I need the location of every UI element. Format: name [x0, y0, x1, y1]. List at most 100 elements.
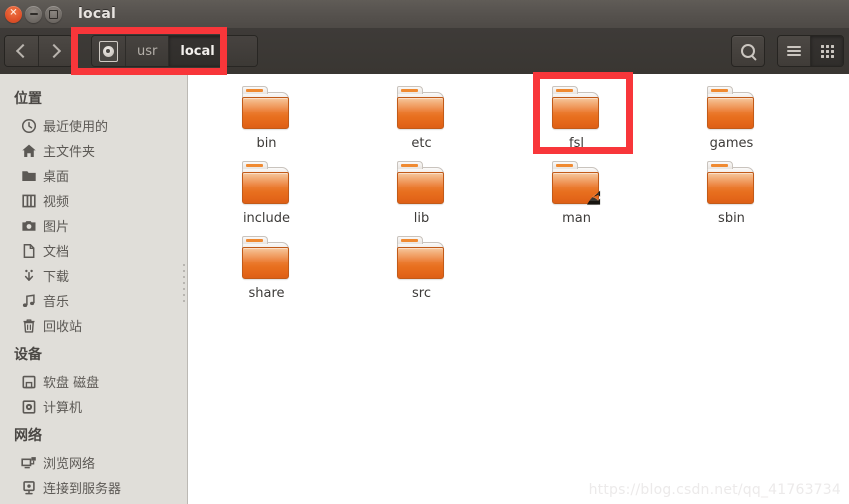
sidebar-item-label: 音乐: [43, 295, 70, 310]
sidebar-item-recent[interactable]: 最近使用的: [0, 113, 187, 138]
folder-icon: [20, 167, 38, 185]
file-row: bin etc fsl games: [189, 82, 849, 157]
file-label: share: [248, 286, 285, 301]
sidebar-item-documents[interactable]: 文档: [0, 238, 187, 263]
sidebar-item-label: 计算机: [43, 401, 83, 416]
sidebar[interactable]: 位置 最近使用的 主文件夹 桌面 视频 图片 文档 下载 音乐 回收站 设备 软…: [0, 74, 188, 504]
file-row: share src: [189, 232, 849, 307]
sidebar-item-browse-network[interactable]: 浏览网络: [0, 450, 187, 475]
server-connect-icon: [20, 479, 38, 497]
sidebar-item-label: 视频: [43, 195, 70, 210]
sidebar-resize-grip[interactable]: [183, 264, 185, 304]
view-mode-group: [777, 35, 844, 67]
folder-icon: [396, 86, 448, 131]
search-icon: [741, 44, 755, 58]
breadcrumb-item-usr[interactable]: usr: [126, 36, 170, 66]
sidebar-item-label: 图片: [43, 220, 70, 235]
search-button[interactable]: [731, 35, 765, 67]
sidebar-item-label: 主文件夹: [43, 145, 96, 160]
back-button[interactable]: [5, 36, 38, 66]
music-icon: [20, 292, 38, 310]
file-label: games: [709, 136, 754, 151]
file-item-fsl[interactable]: fsl: [499, 82, 654, 157]
home-icon: [20, 142, 38, 160]
sidebar-item-label: 连接到服务器: [43, 482, 122, 497]
file-item-bin[interactable]: bin: [189, 82, 344, 157]
folder-icon: [551, 161, 603, 206]
file-manager-window: ✕ local usr local 位置 最近使用的 主文件夹 桌面 视频 图片…: [0, 0, 849, 504]
document-icon: [20, 242, 38, 260]
close-button[interactable]: ✕: [5, 5, 22, 23]
list-view-button[interactable]: [778, 36, 811, 66]
sidebar-item-label: 软盘 磁盘: [43, 376, 100, 391]
file-list-area[interactable]: bin etc fsl games include lib man sbin s…: [189, 74, 849, 504]
file-label: fsl: [569, 136, 584, 151]
sidebar-item-music[interactable]: 音乐: [0, 288, 187, 313]
toolbar-right-buttons: [731, 35, 844, 67]
file-label: include: [242, 211, 291, 226]
file-item-man[interactable]: man: [499, 157, 654, 232]
window-controls: ✕: [5, 5, 62, 23]
file-item-lib[interactable]: lib: [344, 157, 499, 232]
sidebar-heading-devices: 设备: [14, 347, 42, 363]
network-browse-icon: [20, 454, 38, 472]
symlink-emblem-icon: [586, 190, 600, 205]
file-row: include lib man sbin: [189, 157, 849, 232]
chevron-right-icon: [46, 43, 62, 59]
sidebar-item-label: 下载: [43, 270, 70, 285]
floppy-disk-icon: [20, 373, 38, 391]
breadcrumb-empty-tail[interactable]: [226, 36, 257, 66]
camera-icon: [20, 217, 38, 235]
file-grid: bin etc fsl games include lib man sbin s…: [189, 74, 849, 307]
file-item-share[interactable]: share: [189, 232, 344, 307]
folder-icon: [241, 86, 293, 131]
file-label: etc: [411, 136, 432, 151]
folder-icon: [396, 161, 448, 206]
download-icon: [20, 267, 38, 285]
file-item-sbin[interactable]: sbin: [654, 157, 809, 232]
folder-icon: [551, 86, 603, 131]
filesystem-icon: [99, 40, 118, 62]
file-item-games[interactable]: games: [654, 82, 809, 157]
file-item-include[interactable]: include: [189, 157, 344, 232]
file-label: bin: [256, 136, 277, 151]
sidebar-item-videos[interactable]: 视频: [0, 188, 187, 213]
sidebar-item-trash[interactable]: 回收站: [0, 313, 187, 338]
file-item-etc[interactable]: etc: [344, 82, 499, 157]
folder-icon: [706, 86, 758, 131]
sidebar-item-label: 浏览网络: [43, 457, 96, 472]
folder-icon: [396, 236, 448, 281]
breadcrumb-item-filesystem[interactable]: [92, 36, 126, 66]
sidebar-heading-places: 位置: [14, 91, 42, 107]
folder-icon: [706, 161, 758, 206]
minimize-button[interactable]: [25, 5, 42, 23]
sidebar-item-connect-to-server[interactable]: 连接到服务器: [0, 475, 187, 500]
clock-icon: [20, 117, 38, 135]
breadcrumb-item-local[interactable]: local: [169, 36, 227, 66]
file-label: man: [562, 211, 591, 226]
breadcrumb: usr local: [91, 35, 258, 67]
sidebar-item-pictures[interactable]: 图片: [0, 213, 187, 238]
folder-icon: [241, 161, 293, 206]
chevron-left-icon: [15, 43, 31, 59]
sidebar-item-floppy-disk[interactable]: 软盘 磁盘: [0, 369, 187, 394]
trash-icon: [20, 317, 38, 335]
file-item-src[interactable]: src: [344, 232, 499, 307]
sidebar-item-home[interactable]: 主文件夹: [0, 138, 187, 163]
toolbar: usr local: [0, 28, 849, 75]
watermark: https://blog.csdn.net/qq_41763734: [588, 482, 841, 498]
folder-icon: [241, 236, 293, 281]
file-label: src: [412, 286, 431, 301]
video-icon: [20, 192, 38, 210]
sidebar-item-label: 桌面: [43, 170, 70, 185]
title-bar: ✕ local: [0, 0, 849, 28]
sidebar-item-downloads[interactable]: 下载: [0, 263, 187, 288]
sidebar-heading-network: 网络: [14, 428, 42, 444]
sidebar-item-computer[interactable]: 计算机: [0, 394, 187, 419]
window-title: local: [78, 6, 116, 22]
navigation-buttons: [4, 35, 73, 67]
forward-button[interactable]: [38, 36, 72, 66]
grid-view-button[interactable]: [811, 36, 843, 66]
maximize-button[interactable]: [45, 5, 62, 23]
sidebar-item-desktop[interactable]: 桌面: [0, 163, 187, 188]
